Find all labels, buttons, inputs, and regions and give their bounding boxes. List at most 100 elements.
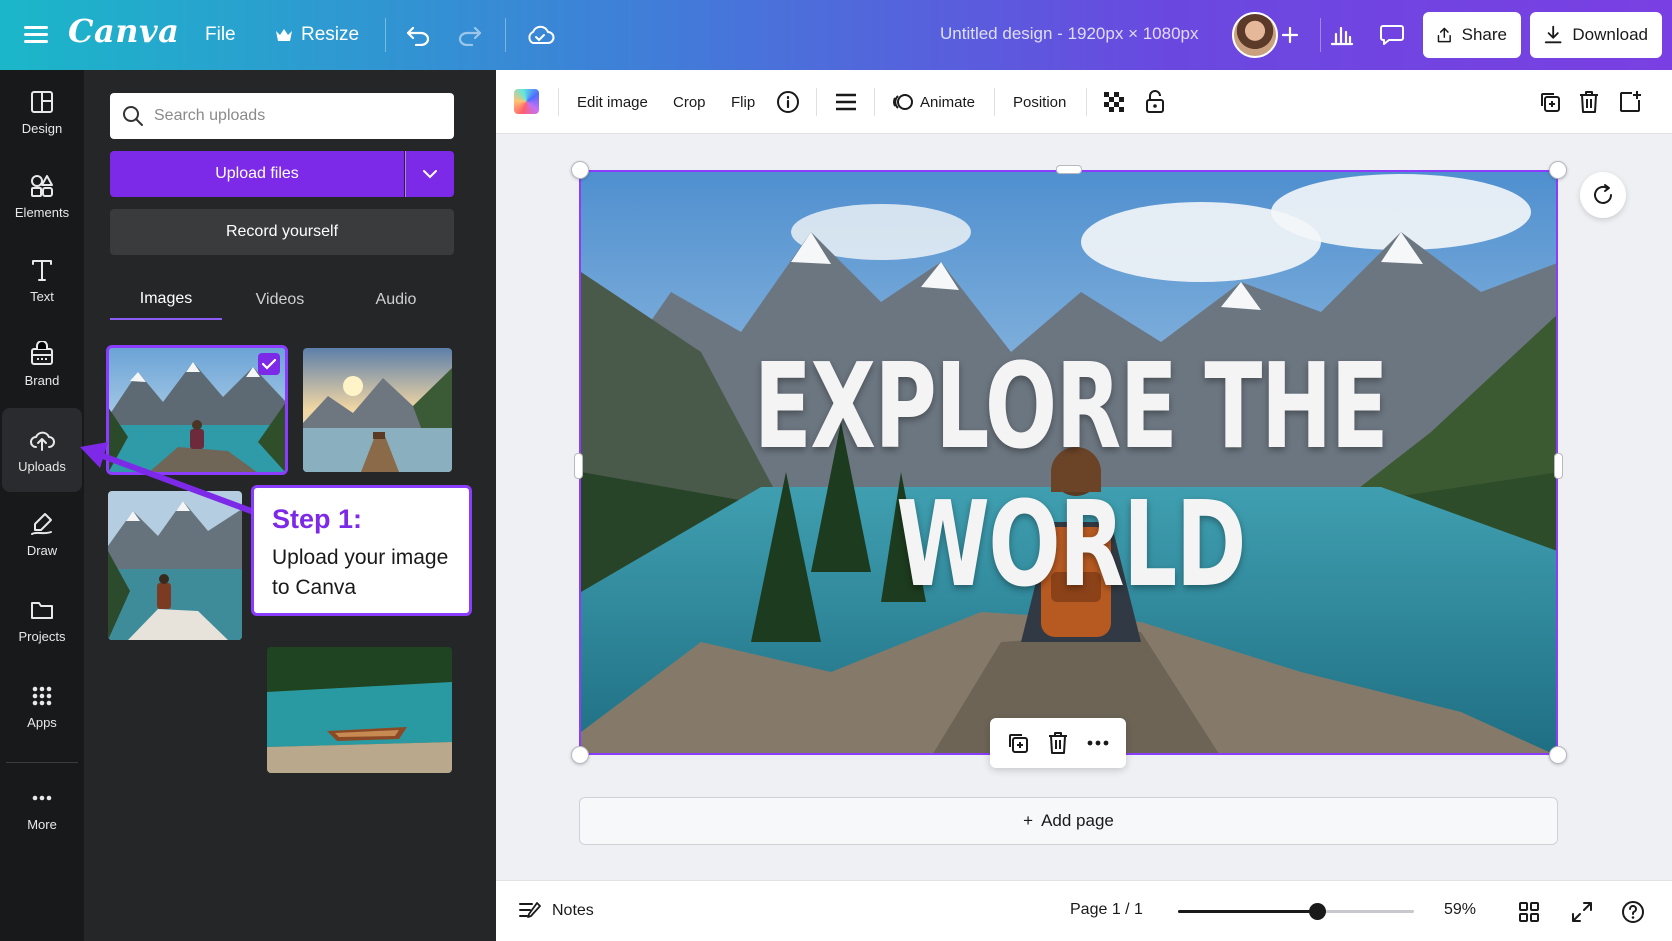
rail-item-projects[interactable]: Projects [0, 578, 84, 662]
analytics-icon[interactable] [1324, 18, 1360, 52]
toolbar-divider [816, 88, 817, 116]
border-style-icon[interactable] [834, 86, 858, 118]
add-page-label: Add page [1041, 811, 1114, 830]
info-icon[interactable] [776, 86, 800, 118]
fullscreen-icon[interactable] [1567, 897, 1597, 927]
callout-title: Step 1: [272, 504, 363, 534]
duplicate-icon[interactable] [1006, 731, 1030, 755]
zoom-slider-handle[interactable] [1309, 903, 1327, 920]
page-indicator[interactable]: Page 1 / 1 [1070, 901, 1143, 919]
duplicate-icon[interactable] [1538, 86, 1562, 118]
search-input[interactable] [154, 107, 434, 125]
trash-icon[interactable] [1047, 731, 1069, 755]
tab-images[interactable]: Images [110, 280, 222, 320]
cloud-sync-icon[interactable] [522, 18, 558, 52]
transparency-icon[interactable] [1103, 86, 1125, 118]
uploaded-image-thumbnail[interactable] [267, 647, 452, 773]
rotate-button[interactable] [1580, 172, 1626, 218]
document-title[interactable]: Untitled design - 1920px × 1080px [940, 24, 1199, 44]
rail-label: More [27, 816, 57, 832]
lock-icon[interactable] [1145, 86, 1165, 118]
rail-item-text[interactable]: Text [0, 238, 84, 322]
rail-item-design[interactable]: Design [0, 70, 84, 154]
resize-handle[interactable] [1554, 453, 1563, 479]
edit-image-button[interactable]: Edit image [577, 86, 648, 118]
uploaded-image-thumbnail[interactable] [106, 345, 288, 475]
rail-label: Uploads [18, 458, 66, 474]
add-page-button[interactable]: + Add page [579, 797, 1558, 845]
rail-item-apps[interactable]: Apps [0, 664, 84, 748]
rail-label: Draw [26, 542, 58, 558]
rail-label: Design [21, 120, 63, 136]
resize-handle[interactable] [1549, 161, 1567, 179]
brand-icon [31, 340, 53, 365]
resize-handle[interactable] [1549, 746, 1567, 764]
shapes-icon [31, 174, 53, 197]
comment-icon[interactable] [1374, 18, 1410, 52]
flip-button[interactable]: Flip [731, 86, 755, 118]
position-button[interactable]: Position [1013, 86, 1066, 118]
header-divider [1320, 18, 1321, 52]
resize-handle[interactable] [574, 453, 583, 479]
download-label: Download [1572, 25, 1648, 44]
element-quick-actions [990, 718, 1126, 768]
rail-item-more[interactable]: More [0, 766, 84, 850]
header-divider [385, 18, 386, 52]
resize-button[interactable]: Resize [275, 18, 359, 52]
uploaded-image-thumbnail[interactable] [108, 491, 242, 640]
headline-text[interactable]: EXPLORE THE WORLD [718, 337, 1423, 613]
text-icon [32, 259, 52, 281]
share-button[interactable]: Share [1423, 12, 1521, 58]
zoom-slider[interactable] [1178, 903, 1414, 920]
callout-body: Upload your image to Canva [272, 543, 451, 603]
zoom-slider-fill [1178, 910, 1318, 913]
search-box[interactable] [110, 93, 454, 139]
tab-audio[interactable]: Audio [346, 280, 446, 320]
file-menu-button[interactable]: File [205, 18, 236, 52]
add-element-icon[interactable] [1618, 86, 1642, 118]
cloud-upload-icon [30, 431, 55, 451]
header-divider [505, 18, 506, 52]
menu-icon[interactable] [22, 22, 50, 48]
rail-item-elements[interactable]: Elements [0, 154, 84, 238]
animate-label: Animate [920, 93, 976, 111]
crown-icon [276, 29, 292, 41]
tab-videos[interactable]: Videos [230, 280, 330, 320]
callout-line: to Canva [272, 576, 357, 599]
checkmark-icon[interactable] [258, 353, 280, 375]
layout-icon [31, 90, 53, 113]
resize-label: Resize [301, 24, 360, 45]
resize-handle[interactable] [571, 161, 589, 179]
plus-icon[interactable] [1272, 18, 1308, 52]
rail-item-brand[interactable]: Brand [0, 322, 84, 406]
notes-icon [519, 902, 541, 918]
rail-item-draw[interactable]: Draw [0, 492, 84, 576]
upload-options-dropdown[interactable] [405, 151, 454, 197]
rail-item-uploads[interactable]: Uploads [2, 408, 82, 492]
record-yourself-button[interactable]: Record yourself [110, 209, 454, 255]
zoom-level[interactable]: 59% [1444, 901, 1476, 919]
notes-button[interactable]: Notes [518, 900, 594, 922]
upload-files-button[interactable]: Upload files [110, 151, 404, 197]
tutorial-callout: Step 1: Upload your image to Canva [251, 485, 472, 616]
help-icon[interactable] [1618, 897, 1648, 927]
undo-icon[interactable] [400, 18, 436, 52]
plus-icon: + [1023, 811, 1034, 830]
top-header: Canva File Resize Untitled design - 1920… [0, 0, 1672, 70]
design-canvas-image[interactable]: EXPLORE THE WORLD [579, 170, 1558, 755]
color-picker-button[interactable] [514, 89, 539, 114]
rail-label: Text [30, 288, 54, 304]
share-label: Share [1461, 25, 1507, 44]
uploaded-image-thumbnail[interactable] [303, 348, 452, 472]
more-options-icon[interactable] [1086, 739, 1110, 747]
trash-icon[interactable] [1578, 86, 1600, 118]
redo-icon[interactable] [452, 18, 488, 52]
grid-view-icon[interactable] [1514, 897, 1544, 927]
resize-handle[interactable] [1056, 165, 1082, 174]
resize-handle[interactable] [571, 746, 589, 764]
canva-logo[interactable]: Canva [68, 12, 179, 50]
crop-button[interactable]: Crop [673, 86, 706, 118]
download-button[interactable]: Download [1530, 12, 1662, 58]
folder-icon [31, 601, 53, 619]
animate-button[interactable]: Animate [892, 86, 975, 118]
